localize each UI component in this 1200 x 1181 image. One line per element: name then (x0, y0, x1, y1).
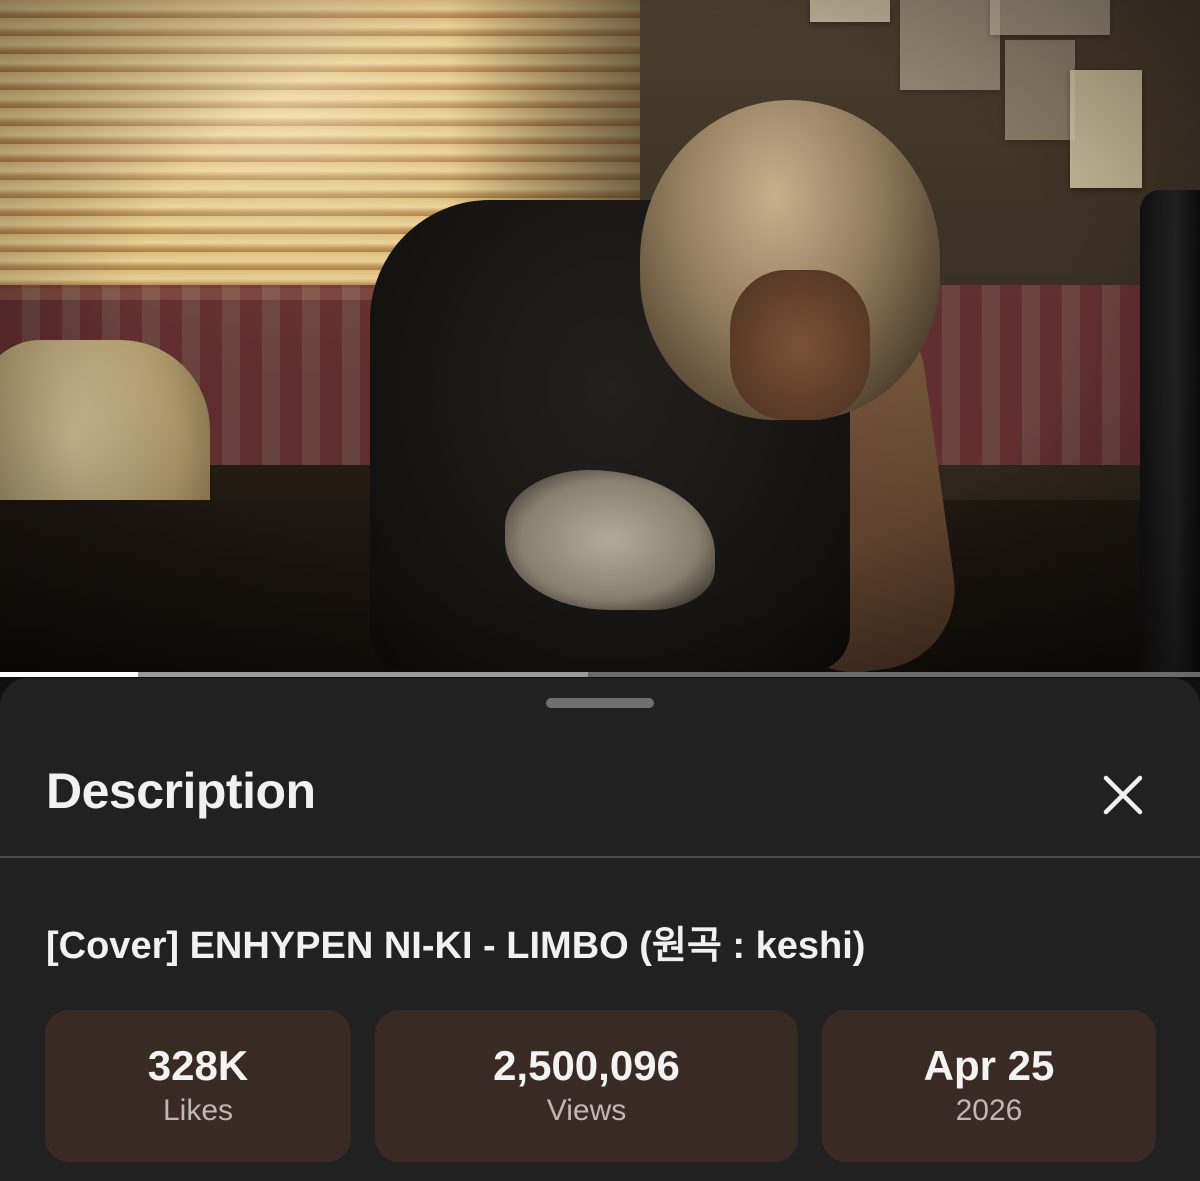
sheet-drag-handle[interactable] (546, 698, 654, 708)
views-label: Views (546, 1094, 627, 1127)
views-count: 2,500,096 (493, 1042, 680, 1089)
likes-count: 328K (147, 1042, 249, 1089)
likes-stat[interactable]: 328K Likes (45, 1010, 351, 1162)
video-progress-bar[interactable] (0, 672, 1200, 677)
close-icon (1103, 775, 1143, 815)
screen: Description [Cover] ENHYPEN NI-KI - LIMB… (0, 0, 1200, 1181)
upload-date: Apr 25 (923, 1042, 1055, 1089)
sheet-divider (0, 856, 1200, 858)
video-title: [Cover] ENHYPEN NI-KI - LIMBO (원곡 : kesh… (46, 925, 866, 967)
views-stat: 2,500,096 Views (375, 1010, 798, 1162)
description-sheet: Description [Cover] ENHYPEN NI-KI - LIMB… (0, 678, 1200, 1181)
date-stat: Apr 25 2026 (822, 1010, 1156, 1162)
close-button[interactable] (1092, 764, 1154, 826)
progress-played (0, 672, 138, 677)
sheet-title: Description (46, 763, 316, 819)
video-player[interactable] (0, 0, 1200, 672)
video-vignette (0, 0, 1200, 672)
upload-year: 2026 (955, 1094, 1023, 1127)
likes-label: Likes (162, 1094, 234, 1127)
